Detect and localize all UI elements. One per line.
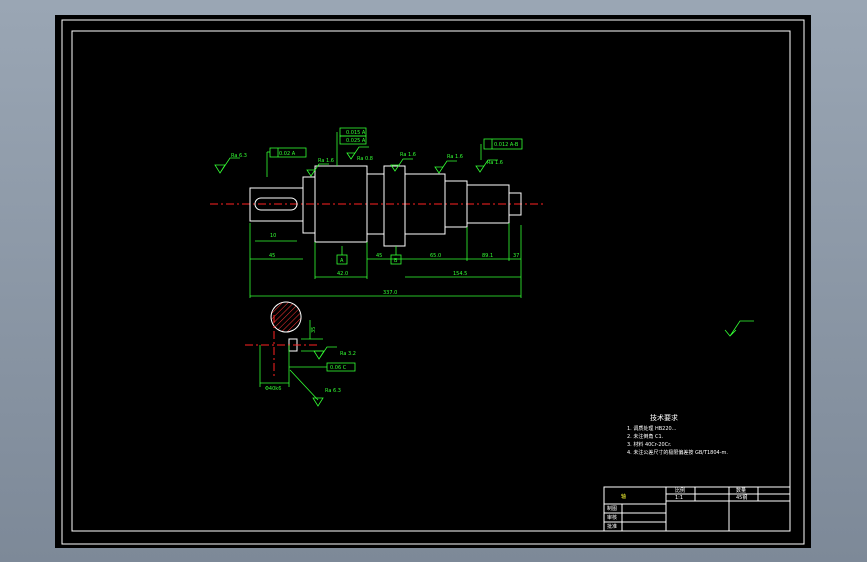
dim-front-c: 65.0 [430,253,441,259]
section-roughness: Ra 3.2 [340,351,356,357]
dimension-texts: 45 42.0 45 65.0 154.5 89.1 37 337.0 10 [269,233,519,296]
roughness-symbols: Ra 6.3 Ra 1.6 Ra 0.8 Ra 1.6 Ra 1.6 Ra 1.… [214,146,503,177]
dim-keyway: 10 [270,233,276,239]
default-roughness-mark [724,320,754,337]
section-roughness-2: Ra 6.3 [325,388,341,394]
dim-front-left: 45 [269,253,275,259]
section-label: Φ40k6 [265,386,281,392]
roughness-2: Ra 1.6 [318,158,334,164]
drawn-label: 制图 [607,505,617,512]
section-tol-frame: 0.06 C [330,365,347,371]
dim-total: 337.0 [383,290,397,296]
dim-front-e: 89.1 [482,253,493,259]
notes-title: 技术要求 [650,413,678,422]
scale-value: 1:1 [675,495,683,501]
tol-frame-4: 0.012 A-B [494,142,519,148]
title-block: 轴 比例 1:1 数量 45钢 制图 审核 批准 [603,486,791,532]
section-dim: 35 [311,327,317,333]
section-view: Φ40k6 35 Ra 3.2 0.06 C Ra 6.3 [245,301,356,407]
drawing-canvas: 45 42.0 45 65.0 154.5 89.1 37 337.0 10 A… [61,19,805,545]
tol-frame-2: 0.015 A [346,130,366,136]
shaft-outline [249,165,522,247]
approve-label: 批准 [607,523,617,530]
dim-front-d: 154.5 [453,271,467,277]
roughness-6: Ra 1.6 [487,160,503,166]
dimension-lines [249,223,522,298]
scale-label: 比例 [675,487,685,494]
quantity-label: 数量 [736,487,746,494]
tol-frame-1: 0.02 A [279,151,296,157]
datum-markers: A B [336,246,402,265]
roughness-5: Ra 1.6 [447,154,463,160]
notes-line-4: 4. 未注公差尺寸的极限偏差按 GB/T1804-m. [627,449,728,456]
notes-line-1: 1. 调质处理 HB220... [627,425,677,432]
datum-a: A [340,258,344,264]
sheet-inner-border [71,30,791,532]
sheet-outer-border [61,19,805,545]
notes-line-3: 3. 材料 40Cr-20Cr. [627,441,672,448]
datum-b: B [394,258,398,264]
tol-frame-3: 0.025 A [346,138,366,144]
material-value: 45钢 [736,494,747,501]
cad-viewport[interactable]: 45 42.0 45 65.0 154.5 89.1 37 337.0 10 A… [55,15,811,548]
check-label: 审核 [607,514,617,521]
dim-front-f: 37 [513,253,519,259]
dim-front-mid-a: 42.0 [337,271,348,277]
roughness-3: Ra 0.8 [357,156,373,162]
roughness-1: Ra 6.3 [231,153,247,159]
roughness-4: Ra 1.6 [400,152,416,158]
technical-notes: 技术要求 1. 调质处理 HB220... 2. 未注倒角 C1. 3. 材料 … [627,413,728,456]
part-name: 轴 [621,493,626,500]
notes-line-2: 2. 未注倒角 C1. [627,433,664,440]
dim-front-b: 45 [376,253,382,259]
